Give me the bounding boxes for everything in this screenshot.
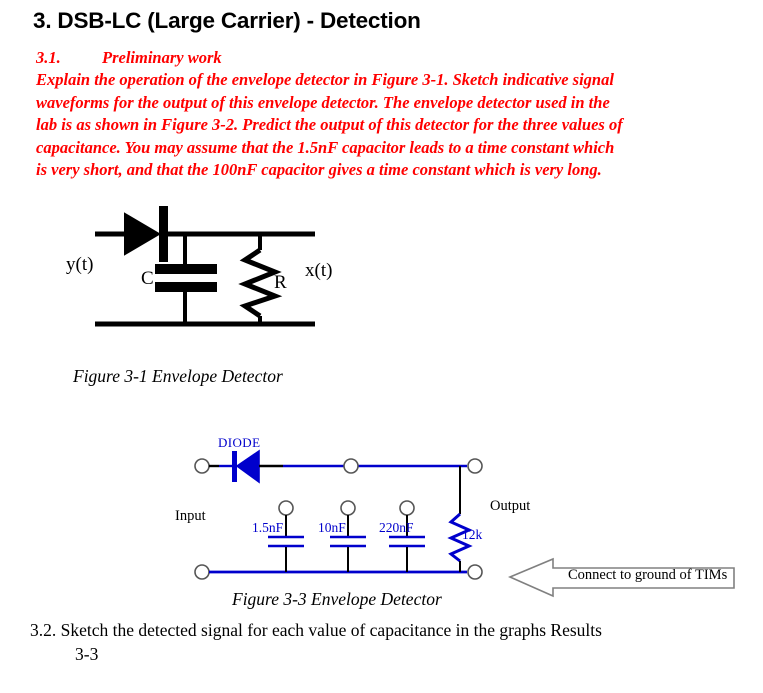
terminal-output-bottom [467,564,483,580]
terminal-output-top [467,458,483,474]
label-input: Input [175,508,206,524]
capacitor-plate-bottom [155,282,217,292]
label-resistor: 12k [462,527,483,542]
paragraph-line: lab is as shown in Figure 3-2. Predict t… [36,115,623,134]
subsection-number: 3.1. [36,48,61,67]
preliminary-work-paragraph: Explain the operation of the envelope de… [36,69,742,182]
capacitor-plate-top [155,264,217,274]
paragraph-line: Explain the operation of the envelope de… [36,70,614,89]
figure-3-1-caption: Figure 3-1 Envelope Detector [73,366,283,386]
terminal-mid-top [343,458,359,474]
item-3-2-line2: 3-3 [75,644,99,664]
diode-cathode-bar [159,206,168,262]
label-input-signal: y(t) [66,254,94,275]
label-resistor: R [274,272,287,293]
label-diode: DIODE [218,435,261,450]
diode-icon [235,449,260,484]
terminal-capacitor-1 [278,500,294,516]
page-title: 3. DSB-LC (Large Carrier) - Detection [33,8,421,33]
item-3-2-line1: 3.2. Sketch the detected signal for each… [30,620,602,640]
terminal-input-top [194,458,210,474]
terminal-capacitor-3 [399,500,415,516]
ground-callout: Connect to ground of TIMs [507,556,736,598]
subsection-heading: 3.1. Preliminary work [36,48,222,68]
diode-cathode-bar [232,451,237,482]
item-3-2: 3.2. Sketch the detected signal for each… [30,618,730,666]
paragraph-line: capacitance. You may assume that the 1.5… [36,137,615,157]
document-page: 3. DSB-LC (Large Carrier) - Detection 3.… [0,0,763,693]
label-output-signal: x(t) [305,260,333,281]
label-capacitor: C [141,268,154,289]
subsection-title: Preliminary work [102,48,222,67]
terminal-input-bottom [194,564,210,580]
label-capacitor-1: 1.5nF [252,520,284,535]
resistor-icon [238,247,283,319]
figure-3-3-caption: Figure 3-3 Envelope Detector [232,589,442,609]
paragraph-line: is very short, and that the 100nF capaci… [36,160,602,179]
paragraph-line: waveforms for the output of this envelop… [36,92,610,112]
terminal-capacitor-2 [340,500,356,516]
label-capacitor-3: 220nF [379,520,414,535]
figure-3-3-schematic: DIODE Input Output 1.5nF 10nF 220nF 12k [175,432,530,587]
diode-icon [124,212,161,256]
label-capacitor-2: 10nF [318,520,346,535]
figure-3-3-svg [194,449,483,580]
figure-3-1-svg [95,206,315,327]
callout-label: Connect to ground of TIMs [568,567,728,583]
label-output: Output [490,498,531,514]
